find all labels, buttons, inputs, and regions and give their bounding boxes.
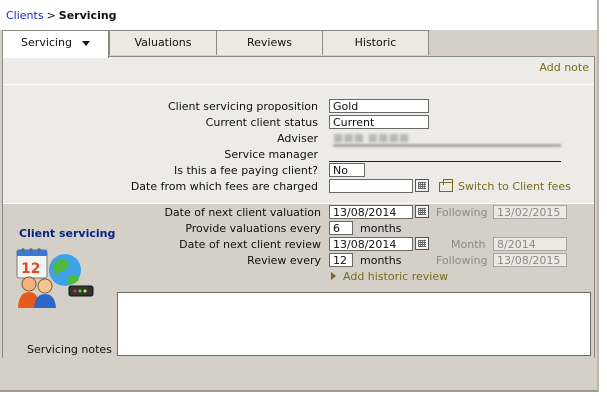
- next-review-label: Date of next client review: [179, 238, 321, 251]
- valuations-every-field[interactable]: 6: [329, 221, 353, 235]
- tab-label: Historic: [354, 36, 397, 49]
- servicing-panel: Add note Client servicing proposition Go…: [2, 56, 595, 358]
- review-every-label: Review every: [247, 254, 321, 267]
- service-manager-label: Service manager: [224, 148, 318, 161]
- calendar-icon[interactable]: [415, 237, 429, 250]
- servicing-notes-label: Servicing notes: [27, 343, 112, 356]
- window-frame: Clients > Servicing Servicing Valuations R…: [0, 0, 599, 392]
- tab-label: Valuations: [134, 36, 192, 49]
- months-label: months: [360, 222, 402, 235]
- following-label: Following: [436, 206, 488, 219]
- arrow-right-icon: [331, 272, 336, 280]
- fee-paying-label: Is this a fee paying client?: [174, 164, 318, 177]
- breadcrumb-current: Servicing: [58, 9, 117, 22]
- switch-to-client-fees-link[interactable]: Switch to Client fees: [458, 180, 571, 193]
- status-label: Current client status: [205, 116, 318, 129]
- fees-date-label: Date from which fees are charged: [130, 180, 318, 193]
- tab-valuations[interactable]: Valuations: [109, 30, 217, 55]
- breadcrumb-separator: >: [46, 9, 56, 22]
- client-servicing-title: Client servicing: [19, 227, 116, 240]
- adviser-value: ■■■ ■■■■: [333, 131, 561, 146]
- following-label: Following: [436, 254, 488, 267]
- switch-icon[interactable]: [439, 179, 453, 192]
- tab-servicing[interactable]: Servicing: [2, 30, 109, 58]
- client-servicing-icon: 12: [16, 248, 94, 308]
- proposition-field[interactable]: Gold: [329, 99, 429, 113]
- next-review-field[interactable]: 13/08/2014: [329, 237, 413, 251]
- fees-date-field[interactable]: [329, 179, 413, 193]
- review-every-field[interactable]: 12: [329, 253, 353, 267]
- next-valuation-field[interactable]: 13/08/2014: [329, 205, 413, 219]
- next-valuation-label: Date of next client valuation: [164, 206, 321, 219]
- months-label: months: [360, 254, 402, 267]
- add-note-link[interactable]: Add note: [539, 61, 589, 74]
- following-review-field: 13/08/2015: [493, 253, 567, 267]
- tab-historic[interactable]: Historic: [322, 30, 429, 55]
- tab-label: Reviews: [247, 36, 292, 49]
- month-field: 8/2014: [493, 237, 567, 251]
- calendar-icon[interactable]: [415, 179, 429, 192]
- client-details-section: Client servicing proposition Gold Curren…: [3, 85, 594, 203]
- servicing-notes-textarea[interactable]: [117, 292, 591, 356]
- proposition-label: Client servicing proposition: [167, 100, 318, 113]
- add-historic-review-link[interactable]: Add historic review: [343, 270, 448, 283]
- chevron-down-icon[interactable]: [81, 40, 90, 46]
- svg-text:12: 12: [21, 261, 40, 277]
- status-field[interactable]: Current: [329, 115, 429, 129]
- adviser-label: Adviser: [277, 132, 318, 145]
- add-note-row: Add note: [3, 57, 594, 83]
- bottom-strip: [0, 358, 597, 390]
- tab-label: Servicing: [21, 36, 72, 49]
- following-valuation-field: 13/02/2015: [493, 205, 567, 219]
- calendar-icon[interactable]: [415, 205, 429, 218]
- tab-reviews[interactable]: Reviews: [216, 30, 323, 55]
- header-bar: Clients > Servicing: [0, 0, 597, 30]
- service-manager-value: [329, 147, 561, 162]
- fee-paying-field[interactable]: No: [329, 163, 365, 177]
- breadcrumb: Clients > Servicing: [6, 9, 117, 22]
- client-servicing-section: Client servicing 12 Date of next client …: [3, 203, 594, 358]
- valuations-every-label: Provide valuations every: [185, 222, 321, 235]
- month-label: Month: [451, 238, 486, 251]
- breadcrumb-link-clients[interactable]: Clients: [6, 9, 44, 22]
